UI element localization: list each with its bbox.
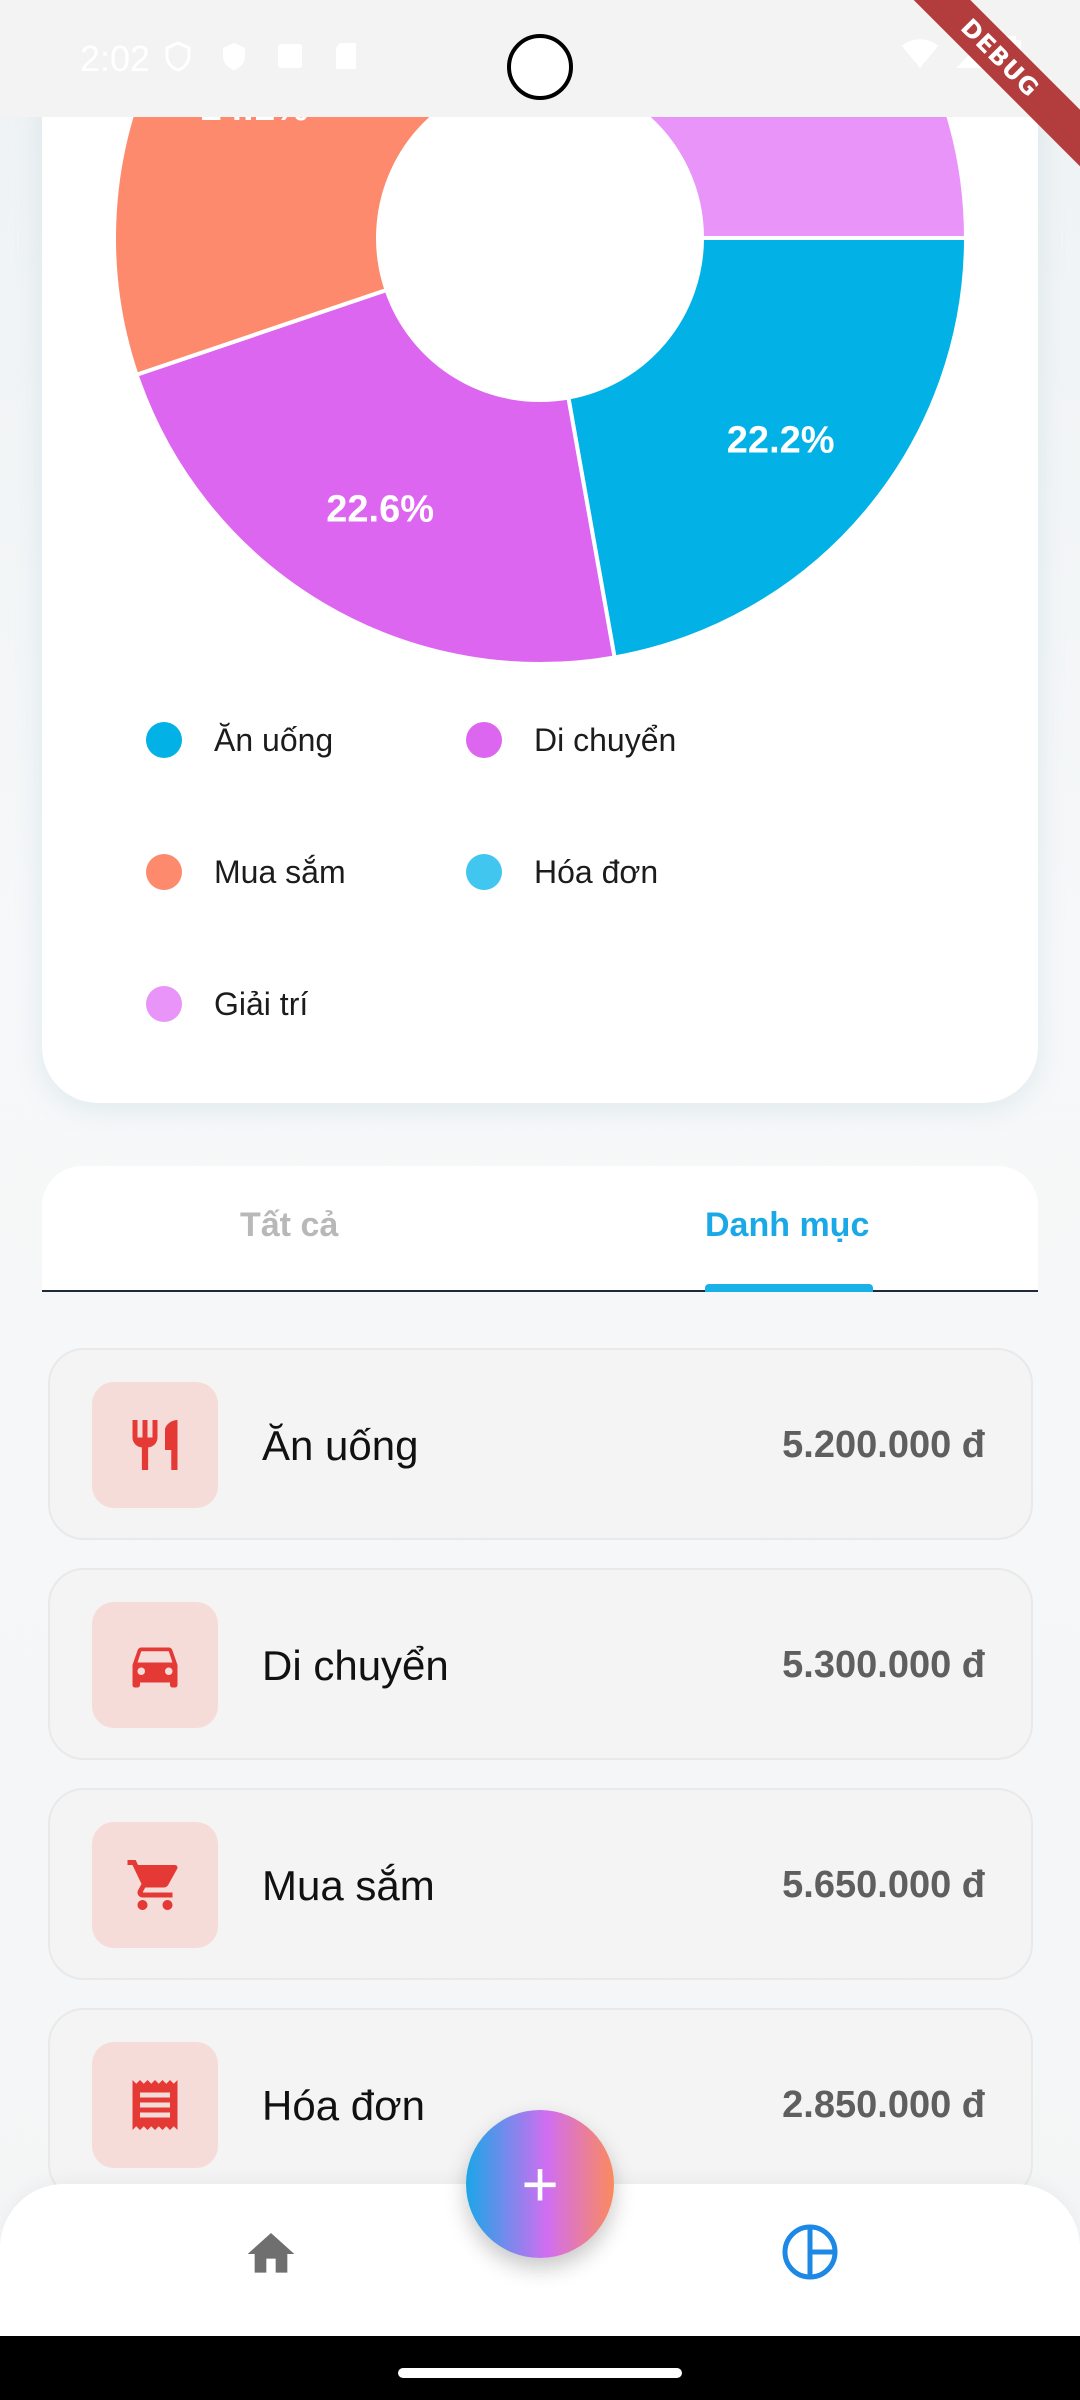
legend-label: Di chuyển — [534, 721, 677, 758]
cart-icon — [92, 1822, 218, 1948]
legend-item: Di chuyển — [466, 720, 786, 760]
slice-percent-label: 22.2% — [727, 420, 835, 462]
category-amount: 5.200.000 đ — [782, 1424, 985, 1466]
legend-color-dot — [146, 854, 182, 890]
legend-color-dot — [466, 722, 502, 758]
statistics-icon[interactable] — [780, 2222, 840, 2282]
list-item[interactable]: Ăn uống 5.200.000 đ — [48, 1348, 1033, 1540]
category-name: Ăn uống — [262, 1422, 419, 1469]
list-item[interactable]: Mua sắm 5.650.000 đ — [48, 1788, 1033, 1980]
home-icon[interactable] — [243, 2226, 299, 2282]
legend-label: Mua sắm — [214, 853, 346, 890]
utensils-icon — [92, 1382, 218, 1508]
vpn-icon — [162, 40, 194, 72]
plus-icon: + — [521, 2148, 559, 2220]
status-bar: 2:02 — [0, 0, 1080, 117]
legend-color-dot — [146, 986, 182, 1022]
receipt-icon — [92, 2042, 218, 2168]
category-list: Ăn uống 5.200.000 đ Di chuyển 5.300.000 … — [48, 1348, 1033, 2228]
category-name: Mua sắm — [262, 1862, 435, 1909]
list-item[interactable]: Di chuyển 5.300.000 đ — [48, 1568, 1033, 1760]
category-amount: 2.850.000 đ — [782, 2084, 985, 2126]
tab-category[interactable]: Danh mục — [705, 1206, 869, 1245]
home-gesture-bar[interactable] — [398, 2368, 682, 2378]
legend-label: Giải trí — [214, 985, 309, 1022]
app-icon — [274, 40, 306, 72]
sd-card-icon — [330, 40, 362, 72]
status-time: 2:02 — [80, 38, 151, 79]
category-name: Di chuyển — [262, 1642, 449, 1689]
system-navigation-bar — [0, 2336, 1080, 2400]
slice-percent-label: 22.6% — [326, 488, 434, 530]
add-transaction-button[interactable]: + — [466, 2110, 614, 2258]
legend-item: Ăn uống — [146, 720, 466, 760]
expense-chart-card: 22.2%22.6%24.1% Ăn uốngDi chuyểnMua sắmH… — [42, 60, 1038, 1103]
category-amount: 5.650.000 đ — [782, 1864, 985, 1906]
shield-icon — [218, 40, 250, 72]
legend-item: Mua sắm — [146, 852, 466, 892]
donut-chart: 22.2%22.6%24.1% — [112, 117, 969, 666]
category-name: Hóa đơn — [262, 2082, 425, 2129]
active-tab-indicator — [705, 1284, 873, 1292]
status-notification-icons — [162, 40, 362, 72]
legend-color-dot — [146, 722, 182, 758]
legend-item: Hóa đơn — [466, 852, 786, 892]
legend-item: Giải trí — [146, 984, 466, 1024]
camera-cutout — [507, 34, 573, 100]
tab-all[interactable]: Tất cả — [240, 1206, 338, 1245]
car-icon — [92, 1602, 218, 1728]
category-amount: 5.300.000 đ — [782, 1644, 985, 1686]
chart-legend: Ăn uống Di chuyển Mua sắm Hóa đơn Giải trí — [146, 720, 786, 1024]
legend-color-dot — [466, 854, 502, 890]
view-tabs: Tất cả Danh mục — [42, 1166, 1038, 1292]
legend-label: Hóa đơn — [534, 853, 659, 890]
legend-label: Ăn uống — [214, 721, 334, 758]
wifi-icon — [900, 38, 940, 75]
